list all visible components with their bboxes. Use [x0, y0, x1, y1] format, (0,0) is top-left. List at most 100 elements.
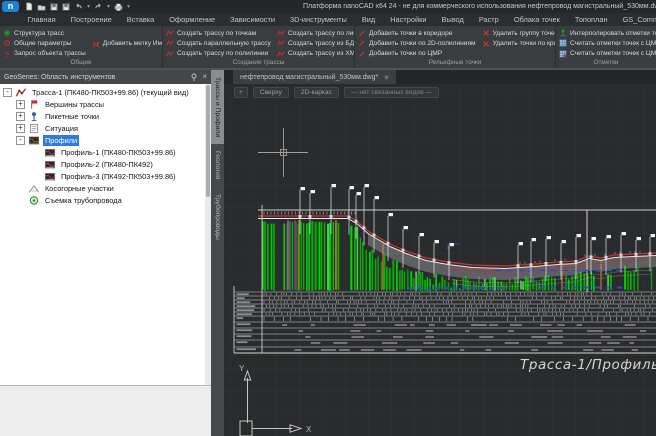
add-points-by-2d-polylines-button[interactable]: Добавить точки по 2D-полилиниям	[358, 38, 476, 48]
selected-tree-node-label: Профили	[43, 135, 79, 146]
open-file-icon[interactable]	[37, 3, 46, 11]
save-all-icon[interactable]	[62, 3, 70, 11]
pencil-icon	[358, 29, 366, 37]
ribbon-tab-vstavka[interactable]: Вставка	[119, 13, 161, 26]
expand-icon[interactable]: +	[16, 112, 25, 121]
tree-node-pipeline-survey[interactable]: Съемка трубопровода	[0, 194, 211, 206]
view-direction-button[interactable]: Сверху	[253, 87, 289, 98]
create-route-from-xml-button[interactable]: Создать трассу из XML-файла	[277, 49, 355, 59]
undo-dropdown-icon[interactable]: ▾	[87, 4, 90, 10]
pin-icon[interactable]	[190, 73, 198, 81]
ucs-x-label: X	[306, 425, 312, 434]
tree-node-route-root[interactable]: - Трасса-1 (ПК480-ПК503+99.86) (текущий …	[0, 86, 211, 98]
read-elevations-from-dem-auto-button[interactable]: Считать отметки точек с ЦМР авто	[559, 49, 656, 59]
delete-points-by-criteria-button[interactable]: Удалить точки по критериям	[482, 39, 556, 50]
close-icon[interactable]: ×	[202, 73, 207, 81]
visual-style-button[interactable]: 2D-каркас	[294, 87, 339, 98]
create-route-by-profile-line-button[interactable]: Создать трассу по линии профиля	[277, 28, 355, 38]
ribbon-group-label-route-creation: Создание трассы	[163, 59, 354, 68]
common-parameters-button[interactable]: Общие параметры	[3, 38, 86, 48]
route-object-query-button[interactable]: Запрос объекта трассы	[3, 49, 86, 59]
profiles-icon	[28, 135, 40, 146]
ribbon-tab-topoplan[interactable]: Топоплан	[567, 13, 615, 26]
collapse-icon[interactable]: -	[16, 136, 25, 145]
ribbon-tab-3d[interactable]: 3D-инструменты	[283, 13, 355, 26]
print-icon[interactable]	[114, 3, 123, 11]
side-tab-pipelines[interactable]: Трубопроводы	[211, 187, 224, 247]
create-route-by-polyline-button[interactable]: Создать трассу по полилинии	[166, 49, 271, 59]
ribbon-tab-oblaka[interactable]: Облака точек	[506, 13, 567, 26]
side-tab-geology[interactable]: Геология	[211, 144, 224, 186]
document-tab[interactable]: нефтепровод магистральный_530мм.dwg* ×	[233, 70, 396, 84]
tool-panel: GeoSeries: Область инструментов × - Трас…	[0, 70, 211, 436]
vertices-icon	[28, 99, 40, 110]
ribbon-tab-zavisimosti[interactable]: Зависимости	[223, 13, 283, 26]
tree-node-route-vertices[interactable]: + Вершины трассы	[0, 98, 211, 110]
qat-customize-icon[interactable]: ▾	[127, 4, 130, 10]
ribbon-tab-postroenie[interactable]: Построение	[63, 13, 119, 26]
tree-node-profile-2[interactable]: Профиль-2 (ПК480-ПК492)	[0, 158, 211, 170]
expand-icon[interactable]: +	[16, 100, 25, 109]
dem-grid-auto-icon	[559, 50, 567, 58]
profile-drawing[interactable]: Трасса-1/Профиль-1 Y X	[224, 70, 656, 436]
add-viewport-button[interactable]: +	[234, 87, 248, 98]
collapse-icon[interactable]: -	[3, 88, 12, 97]
tree-node-profiles[interactable]: - Профили	[0, 134, 211, 146]
redo-icon[interactable]	[94, 3, 103, 10]
route-icon	[166, 29, 174, 37]
ribbon-tab-nastroiki[interactable]: Настройки	[383, 13, 434, 26]
slope-icon	[28, 183, 40, 194]
drawing-canvas[interactable]: Трасса-1/Профиль-1 Y X нефтепровод магис…	[224, 70, 656, 436]
ribbon-tab-vyvod[interactable]: Вывод	[434, 13, 471, 26]
route-tree: - Трасса-1 (ПК480-ПК503+99.86) (текущий …	[0, 84, 211, 385]
tree-node-profile-3[interactable]: Профиль-3 (ПК492-ПК503+99.86)	[0, 170, 211, 182]
profile-icon	[44, 171, 56, 182]
tree-node-situation[interactable]: + Ситуация	[0, 122, 211, 134]
nanocad-logo-icon: n	[2, 1, 19, 12]
ribbon-tab-rastr[interactable]: Растр	[471, 13, 506, 26]
title-bar: n ▾ ▾ ▾ Платформа nanoCAD x64 24 - не дл…	[0, 0, 656, 13]
add-points-in-corridor-button[interactable]: Добавить точки в коридоре	[358, 28, 476, 38]
picket-icon	[28, 111, 40, 122]
new-file-icon[interactable]	[25, 2, 33, 11]
create-parallel-route-button[interactable]: Создать параллельную трассу	[166, 38, 271, 48]
linked-views-button[interactable]: — нет связанных видов —	[344, 87, 439, 98]
create-route-by-points-button[interactable]: Создать трассу по точкам	[166, 28, 271, 38]
tool-panel-header: GeoSeries: Область инструментов ×	[0, 70, 211, 84]
scrollbar-thumb[interactable]	[206, 85, 210, 197]
tree-node-slope-sections[interactable]: Косогорные участки	[0, 182, 211, 194]
ribbon-tab-vid[interactable]: Вид	[354, 13, 382, 26]
ribbon-group-label-relief-points: Рельефные точки	[355, 59, 555, 68]
expand-icon[interactable]: +	[16, 124, 25, 133]
route-structure-icon	[3, 29, 11, 37]
tree-scrollbar[interactable]	[205, 84, 211, 385]
create-route-from-db-button[interactable]: Создать трассу из БД проекта	[277, 38, 355, 48]
interpolate-point-elevations-button[interactable]: Интерполировать отметки точек	[559, 28, 656, 38]
close-document-icon[interactable]: ×	[384, 73, 389, 82]
save-icon[interactable]	[50, 3, 58, 11]
delete-point-group-button[interactable]: Удалить группу точек	[482, 28, 556, 39]
tool-panel-title: GeoSeries: Область инструментов	[4, 74, 186, 81]
add-points-by-dem-button[interactable]: Добавить точки по ЦМР	[358, 49, 476, 59]
query-icon	[3, 50, 11, 58]
side-tab-routes-profiles[interactable]: Трассы и Профили	[211, 70, 224, 144]
tree-node-profile-1[interactable]: Профиль-1 (ПК480-ПК503+99.86)	[0, 146, 211, 158]
label-m-icon	[92, 40, 100, 48]
ribbon-tab-gs-common[interactable]: GS_Common	[615, 13, 656, 26]
viewport-controls: + Сверху 2D-каркас — нет связанных видов…	[234, 87, 439, 98]
situation-icon	[28, 123, 40, 134]
route-structure-button[interactable]: Структура трасс	[3, 28, 86, 38]
read-elevations-from-dem-button[interactable]: Считать отметки точек с ЦМР	[559, 38, 656, 48]
pencil-icon	[358, 39, 366, 47]
add-route-name-label-button[interactable]: Добавить метку Имя трассы	[92, 38, 163, 49]
ribbon-tab-bar: Главная Построение Вставка Оформление За…	[0, 13, 656, 26]
document-tab-bar: нефтепровод магистральный_530мм.dwg* ×	[224, 70, 656, 84]
ribbon-tab-glavnaya[interactable]: Главная	[20, 13, 63, 26]
ribbon-group-label-common: Общие	[0, 59, 162, 68]
ribbon-tab-oformlenie[interactable]: Оформление	[162, 13, 223, 26]
redo-dropdown-icon[interactable]: ▾	[107, 4, 110, 10]
pipe-icon	[28, 195, 40, 206]
tree-node-picket-points[interactable]: + Пикетные точки	[0, 110, 211, 122]
undo-icon[interactable]	[74, 3, 83, 10]
route-icon	[277, 39, 285, 47]
